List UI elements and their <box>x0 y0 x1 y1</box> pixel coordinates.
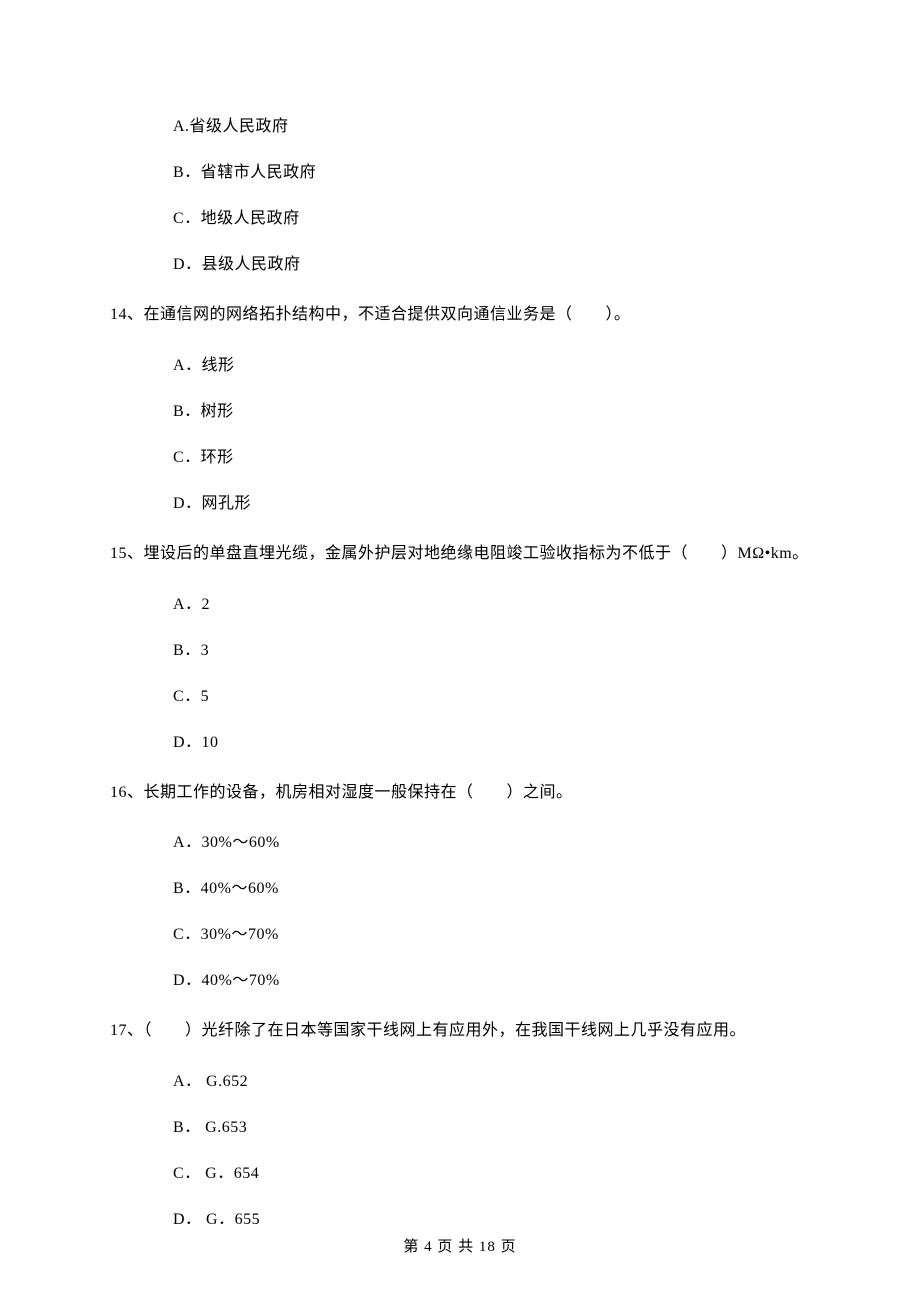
q17-question: 17、（ ）光纤除了在日本等国家干线网上有应用外，在我国干线网上几乎没有应用。 <box>110 1017 810 1046</box>
q14-options: A．线形 B．树形 C．环形 D．网孔形 <box>110 354 810 516</box>
q17-option-a: A． G.652 <box>173 1070 810 1094</box>
page-footer: 第 4 页 共 18 页 <box>0 1236 920 1259</box>
q16-option-d: D．40%～70% <box>173 969 810 993</box>
q15-option-c: C．5 <box>173 685 810 709</box>
q15-option-b: B．3 <box>173 639 810 663</box>
q15-option-a: A．2 <box>173 593 810 617</box>
q14-question: 14、在通信网的网络拓扑结构中，不适合提供双向通信业务是（ ）。 <box>110 301 810 330</box>
q17-option-c: C． G．654 <box>173 1162 810 1186</box>
q13-option-a: A.省级人民政府 <box>173 115 810 139</box>
q14-option-b: B．树形 <box>173 400 810 424</box>
q16-option-a: A．30%～60% <box>173 831 810 855</box>
q15-option-d: D．10 <box>173 731 810 755</box>
q14-option-a: A．线形 <box>173 354 810 378</box>
q15-options: A．2 B．3 C．5 D．10 <box>110 593 810 755</box>
q15-question: 15、埋设后的单盘直埋光缆，金属外护层对地绝缘电阻竣工验收指标为不低于（ ）MΩ… <box>110 540 810 569</box>
q13-option-b: B．省辖市人民政府 <box>173 161 810 185</box>
q14-option-c: C．环形 <box>173 446 810 470</box>
q13-options: A.省级人民政府 B．省辖市人民政府 C．地级人民政府 D．县级人民政府 <box>110 115 810 277</box>
q13-option-c: C．地级人民政府 <box>173 207 810 231</box>
q13-option-d: D．县级人民政府 <box>173 253 810 277</box>
q14-option-d: D．网孔形 <box>173 492 810 516</box>
q16-option-b: B．40%～60% <box>173 877 810 901</box>
q16-options: A．30%～60% B．40%～60% C．30%～70% D．40%～70% <box>110 831 810 993</box>
q17-options: A． G.652 B． G.653 C． G．654 D． G．655 <box>110 1070 810 1232</box>
q16-question: 16、长期工作的设备，机房相对湿度一般保持在（ ）之间。 <box>110 779 810 808</box>
q16-option-c: C．30%～70% <box>173 923 810 947</box>
page-content: A.省级人民政府 B．省辖市人民政府 C．地级人民政府 D．县级人民政府 14、… <box>0 0 920 1232</box>
q17-option-d: D． G．655 <box>173 1208 810 1232</box>
q17-option-b: B． G.653 <box>173 1116 810 1140</box>
